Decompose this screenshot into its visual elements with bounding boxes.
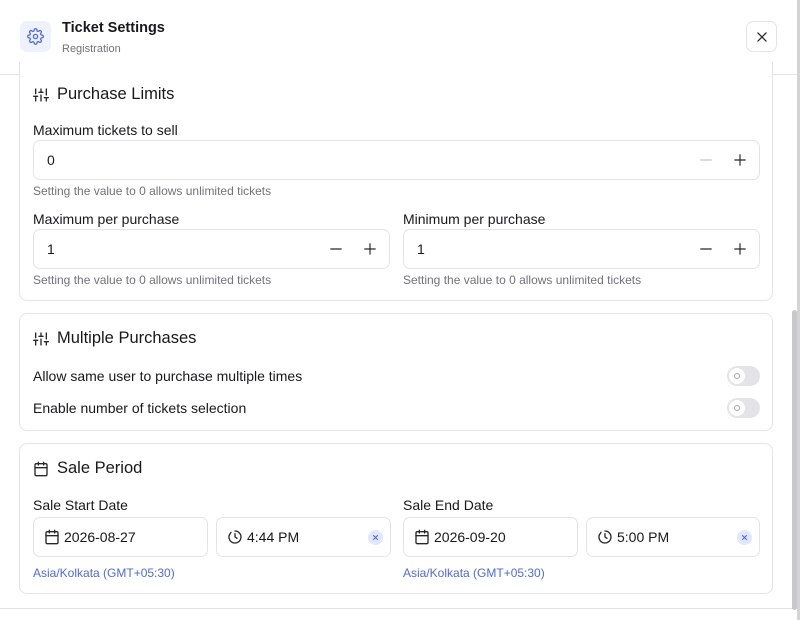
sale-end-timezone[interactable]: Asia/Kolkata (GMT+05:30)	[403, 566, 545, 580]
clear-time-button[interactable]	[368, 530, 383, 545]
multiple-purchases-card: Multiple Purchases Allow same user to pu…	[19, 313, 773, 431]
max-per-purchase-stepper[interactable]: 1	[33, 229, 390, 269]
section-title: Multiple Purchases	[57, 329, 197, 347]
modal-footer	[0, 608, 797, 620]
purchase-limits-heading: Purchase Limits	[33, 85, 174, 104]
sale-end-time-picker[interactable]: 5:00 PM	[586, 517, 760, 557]
calendar-icon	[34, 461, 48, 476]
sliders-icon	[33, 331, 49, 346]
max-tickets-label: Maximum tickets to sell	[33, 122, 178, 138]
section-title: Sale Period	[57, 459, 143, 477]
sale-end-label: Sale End Date	[403, 497, 494, 513]
decrement-button[interactable]	[696, 239, 716, 259]
plus-icon	[364, 243, 376, 255]
close-icon	[756, 31, 767, 42]
clear-time-button[interactable]	[737, 530, 752, 545]
increment-button[interactable]	[360, 239, 380, 259]
sale-end-time-value: 5:00 PM	[617, 529, 670, 545]
plus-icon	[734, 154, 746, 166]
calendar-icon	[45, 529, 59, 545]
purchase-limits-card: Purchase Limits Maximum tickets to sell …	[19, 62, 773, 301]
min-per-purchase-stepper[interactable]: 1	[403, 229, 760, 269]
enable-number-selection-toggle[interactable]	[727, 398, 760, 418]
toggle-knob	[729, 368, 745, 384]
max-per-purchase-hint: Setting the value to 0 allows unlimited …	[33, 273, 272, 287]
max-tickets-stepper[interactable]: 0	[33, 140, 760, 180]
sale-start-time-value: 4:44 PM	[247, 529, 300, 545]
increment-button[interactable]	[730, 150, 750, 170]
sale-start-date-picker[interactable]: 2026-08-27	[33, 517, 208, 557]
close-icon	[741, 534, 748, 541]
sale-period-heading: Sale Period	[33, 459, 142, 478]
increment-button[interactable]	[730, 239, 750, 259]
minus-icon	[330, 248, 342, 250]
sale-period-card: Sale Period Sale Start Date 2026-08-27 4…	[19, 443, 773, 594]
sliders-icon	[33, 87, 49, 102]
toggle-knob	[729, 400, 745, 416]
sale-start-timezone[interactable]: Asia/Kolkata (GMT+05:30)	[33, 566, 175, 580]
calendar-icon	[415, 529, 429, 545]
sale-start-time-picker[interactable]: 4:44 PM	[216, 517, 391, 557]
sale-end-date-picker[interactable]: 2026-09-20	[403, 517, 578, 557]
sale-start-label: Sale Start Date	[33, 497, 128, 513]
modal-title: Ticket Settings	[62, 20, 165, 36]
section-title: Purchase Limits	[57, 85, 175, 103]
minus-icon	[700, 159, 712, 161]
min-per-purchase-value: 1	[417, 241, 425, 257]
allow-same-user-label: Allow same user to purchase multiple tim…	[33, 368, 303, 384]
min-per-purchase-label: Minimum per purchase	[403, 211, 546, 227]
close-button[interactable]	[746, 21, 777, 52]
ticket-settings-modal: Ticket Settings Registration Purchase Li…	[0, 0, 797, 620]
enable-number-selection-label: Enable number of tickets selection	[33, 400, 247, 416]
sale-start-date-value: 2026-08-27	[64, 529, 136, 545]
allow-same-user-toggle[interactable]	[727, 366, 760, 386]
decrement-button[interactable]	[696, 150, 716, 170]
min-per-purchase-hint: Setting the value to 0 allows unlimited …	[403, 273, 642, 287]
max-per-purchase-value: 1	[47, 241, 55, 257]
minus-icon	[700, 248, 712, 250]
plus-icon	[734, 243, 746, 255]
multiple-purchases-heading: Multiple Purchases	[33, 329, 196, 348]
sale-end-date-value: 2026-09-20	[434, 529, 506, 545]
decrement-button[interactable]	[326, 239, 346, 259]
clock-icon	[228, 530, 242, 544]
max-tickets-value: 0	[47, 152, 55, 168]
gear-icon	[20, 21, 51, 52]
max-per-purchase-label: Maximum per purchase	[33, 211, 180, 227]
close-icon	[372, 534, 379, 541]
max-tickets-hint: Setting the value to 0 allows unlimited …	[33, 184, 272, 198]
modal-subtitle: Registration	[62, 43, 121, 55]
clock-icon	[598, 530, 612, 544]
